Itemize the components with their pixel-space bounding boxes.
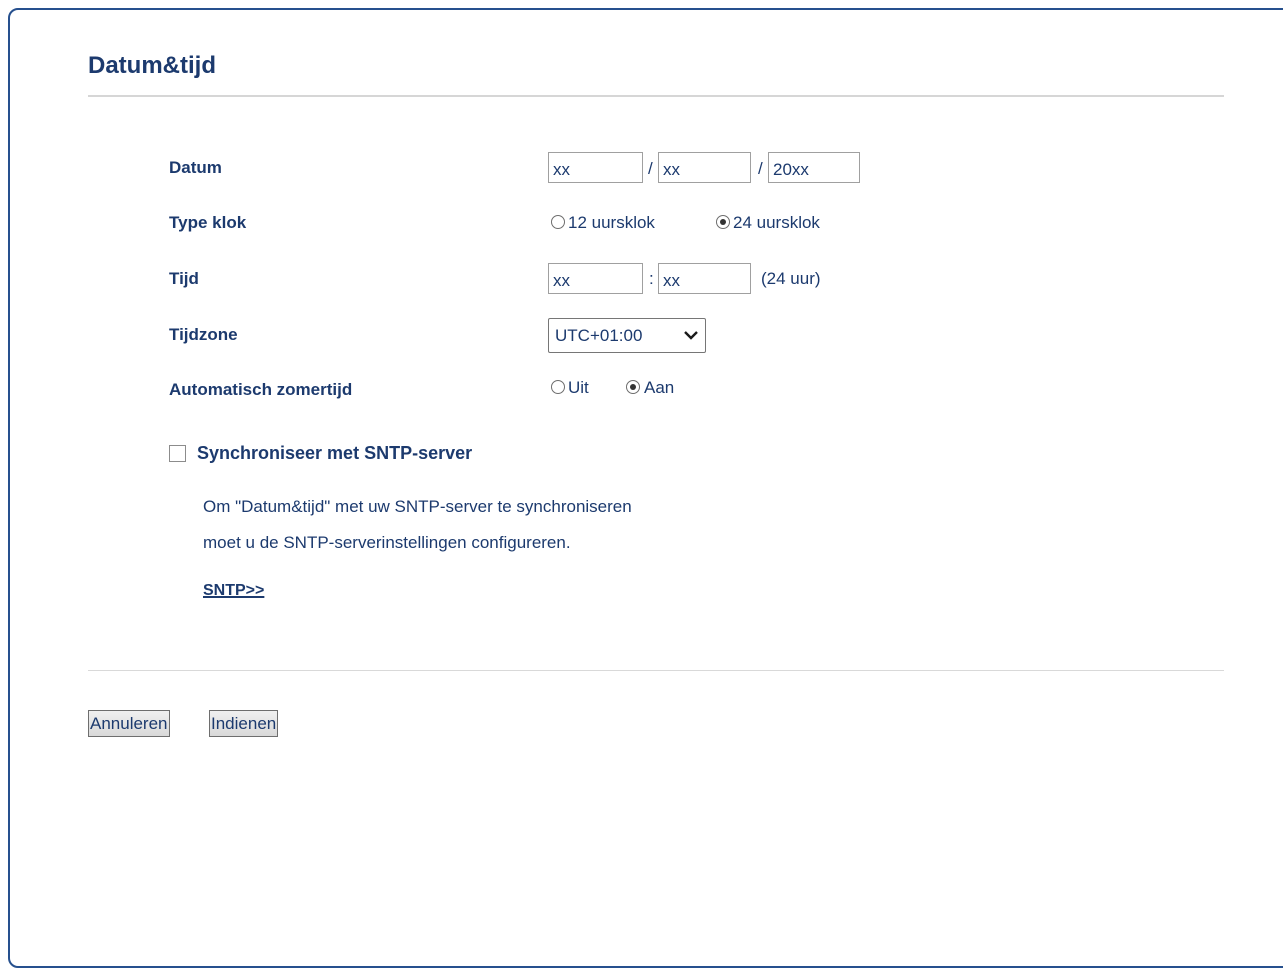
time-hour-input[interactable]: xx bbox=[548, 263, 643, 294]
dst-on-radio[interactable] bbox=[626, 380, 640, 394]
submit-button[interactable]: Indienen bbox=[209, 710, 279, 737]
page-title: Datum&tijd bbox=[88, 52, 216, 79]
time-minute-input[interactable]: xx bbox=[658, 263, 751, 294]
date-label: Datum bbox=[169, 158, 222, 177]
timezone-select[interactable]: UTC+01:00 bbox=[548, 318, 706, 353]
clock-12h-radio[interactable] bbox=[551, 215, 565, 229]
time-label: Tijd bbox=[169, 269, 199, 288]
cancel-button[interactable]: Annuleren bbox=[88, 710, 170, 737]
page-frame bbox=[8, 8, 1283, 968]
sntp-settings-link[interactable]: SNTP>> bbox=[203, 582, 264, 600]
time-separator: : bbox=[649, 269, 654, 288]
date-day-input[interactable]: xx bbox=[548, 152, 643, 183]
date-separator: / bbox=[758, 159, 763, 178]
footer-divider bbox=[88, 670, 1224, 671]
date-month-input[interactable]: xx bbox=[658, 152, 751, 183]
date-year-input[interactable]: 20xx bbox=[768, 152, 860, 183]
dst-on-label: Aan bbox=[644, 378, 675, 397]
sntp-sync-checkbox[interactable] bbox=[169, 445, 186, 462]
date-separator: / bbox=[648, 159, 653, 178]
title-divider bbox=[88, 95, 1224, 97]
time-format-note: (24 uur) bbox=[761, 269, 821, 288]
sntp-help-line-2: moet u de SNTP-serverinstellingen config… bbox=[203, 533, 571, 552]
dst-off-label: Uit bbox=[568, 378, 589, 397]
chevron-down-icon bbox=[684, 331, 698, 340]
clock-24h-radio[interactable] bbox=[716, 215, 730, 229]
clock-24h-label: 24 uursklok bbox=[733, 213, 820, 232]
clock-type-label: Type klok bbox=[169, 213, 247, 232]
sntp-help-line-1: Om "Datum&tijd" met uw SNTP-server te sy… bbox=[203, 497, 632, 516]
sntp-sync-label: Synchroniseer met SNTP-server bbox=[197, 443, 473, 463]
dst-off-radio[interactable] bbox=[551, 380, 565, 394]
timezone-value: UTC+01:00 bbox=[555, 326, 643, 345]
auto-dst-label: Automatisch zomertijd bbox=[169, 380, 353, 399]
timezone-label: Tijdzone bbox=[169, 325, 238, 344]
clock-12h-label: 12 uursklok bbox=[568, 213, 655, 232]
